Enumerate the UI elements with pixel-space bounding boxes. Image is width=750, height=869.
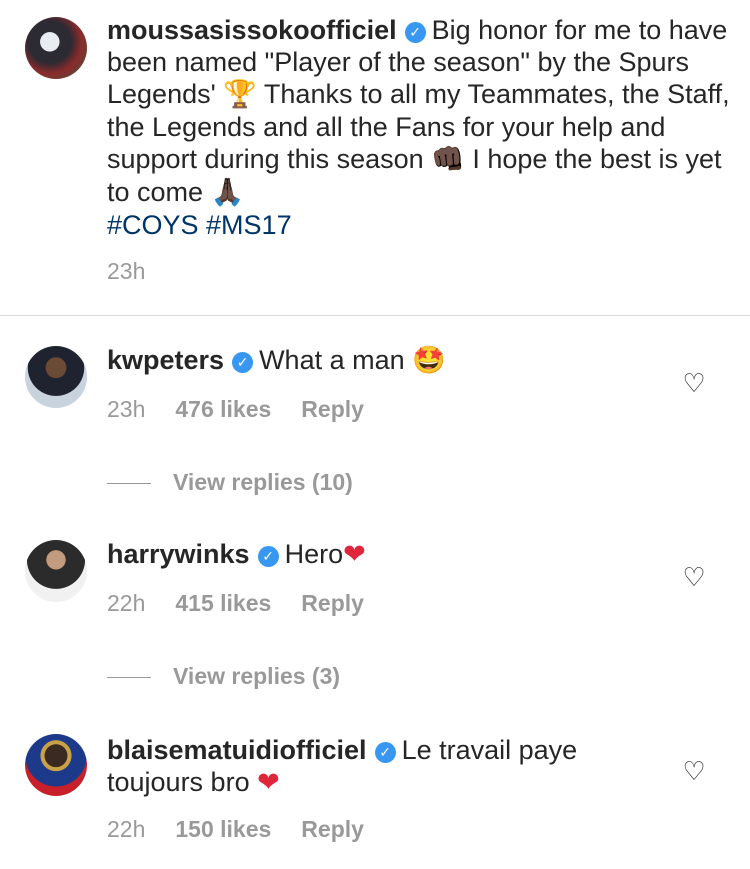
comment-harrywinks: harrywinks ✓ Hero❤ (107, 538, 667, 571)
view-replies-button[interactable]: View replies (3) (107, 663, 340, 690)
comment-meta: 23h 476 likes Reply (107, 396, 394, 423)
comment-username[interactable]: blaisematuidiofficiel (107, 735, 367, 765)
view-replies-button[interactable]: View replies (10) (107, 469, 353, 496)
trophy-emoji: 🏆 (223, 79, 257, 110)
heart-outline-icon[interactable]: ♡ (681, 758, 707, 784)
comment-kwpeters: kwpeters ✓ What a man 🤩 (107, 344, 667, 377)
post-timestamp: 23h (107, 258, 146, 284)
verified-badge-icon: ✓ (374, 742, 396, 763)
pray-emoji: 🙏🏿 (210, 177, 245, 208)
post-caption: moussasissokoofficiel ✓ Big honor for me t… (107, 14, 732, 241)
post-username[interactable]: moussasissokoofficiel (107, 15, 397, 45)
comment-timestamp: 22h (107, 590, 146, 616)
replies-line (107, 483, 151, 485)
fist-emoji: 👊🏿 (431, 144, 465, 175)
comment-username[interactable]: kwpeters (107, 345, 224, 375)
avatar-harrywinks[interactable] (25, 540, 87, 602)
comment-text: Hero (284, 539, 344, 569)
comment-username[interactable]: harrywinks (107, 539, 250, 569)
comment-likes[interactable]: 415 likes (175, 590, 271, 616)
reply-button[interactable]: Reply (301, 396, 364, 422)
comment-likes[interactable]: 476 likes (175, 396, 271, 422)
verified-badge-icon: ✓ (232, 352, 254, 373)
star-struck-emoji: 🤩 (412, 345, 446, 376)
replies-line (107, 677, 151, 679)
view-replies-label[interactable]: View replies (3) (173, 663, 340, 689)
comment-timestamp: 23h (107, 396, 146, 422)
avatar-moussasissokoofficiel[interactable] (25, 17, 87, 79)
reply-button[interactable]: Reply (301, 590, 364, 616)
comment-meta: 22h 415 likes Reply (107, 590, 394, 617)
comment-text: What a man (259, 345, 405, 375)
comment-meta: 22h 150 likes Reply (107, 816, 394, 843)
verified-badge-icon: ✓ (404, 22, 426, 43)
view-replies-label[interactable]: View replies (10) (173, 469, 353, 495)
hashtags[interactable]: #COYS #MS17 (107, 210, 292, 240)
heart-outline-icon[interactable]: ♡ (681, 564, 707, 590)
verified-badge-icon: ✓ (257, 546, 279, 567)
divider (0, 315, 750, 316)
avatar-kwpeters[interactable] (25, 346, 87, 408)
red-heart-emoji: ❤ (257, 767, 280, 798)
reply-button[interactable]: Reply (301, 816, 364, 842)
comment-blaisematuidiofficiel: blaisematuidiofficiel ✓ Le travail paye to… (107, 734, 667, 799)
comment-timestamp: 22h (107, 816, 146, 842)
comment-likes[interactable]: 150 likes (175, 816, 271, 842)
heart-outline-icon[interactable]: ♡ (681, 370, 707, 396)
avatar-blaisematuidiofficiel[interactable] (25, 734, 87, 796)
post-meta: 23h (107, 258, 175, 285)
red-heart-emoji: ❤ (343, 539, 366, 570)
